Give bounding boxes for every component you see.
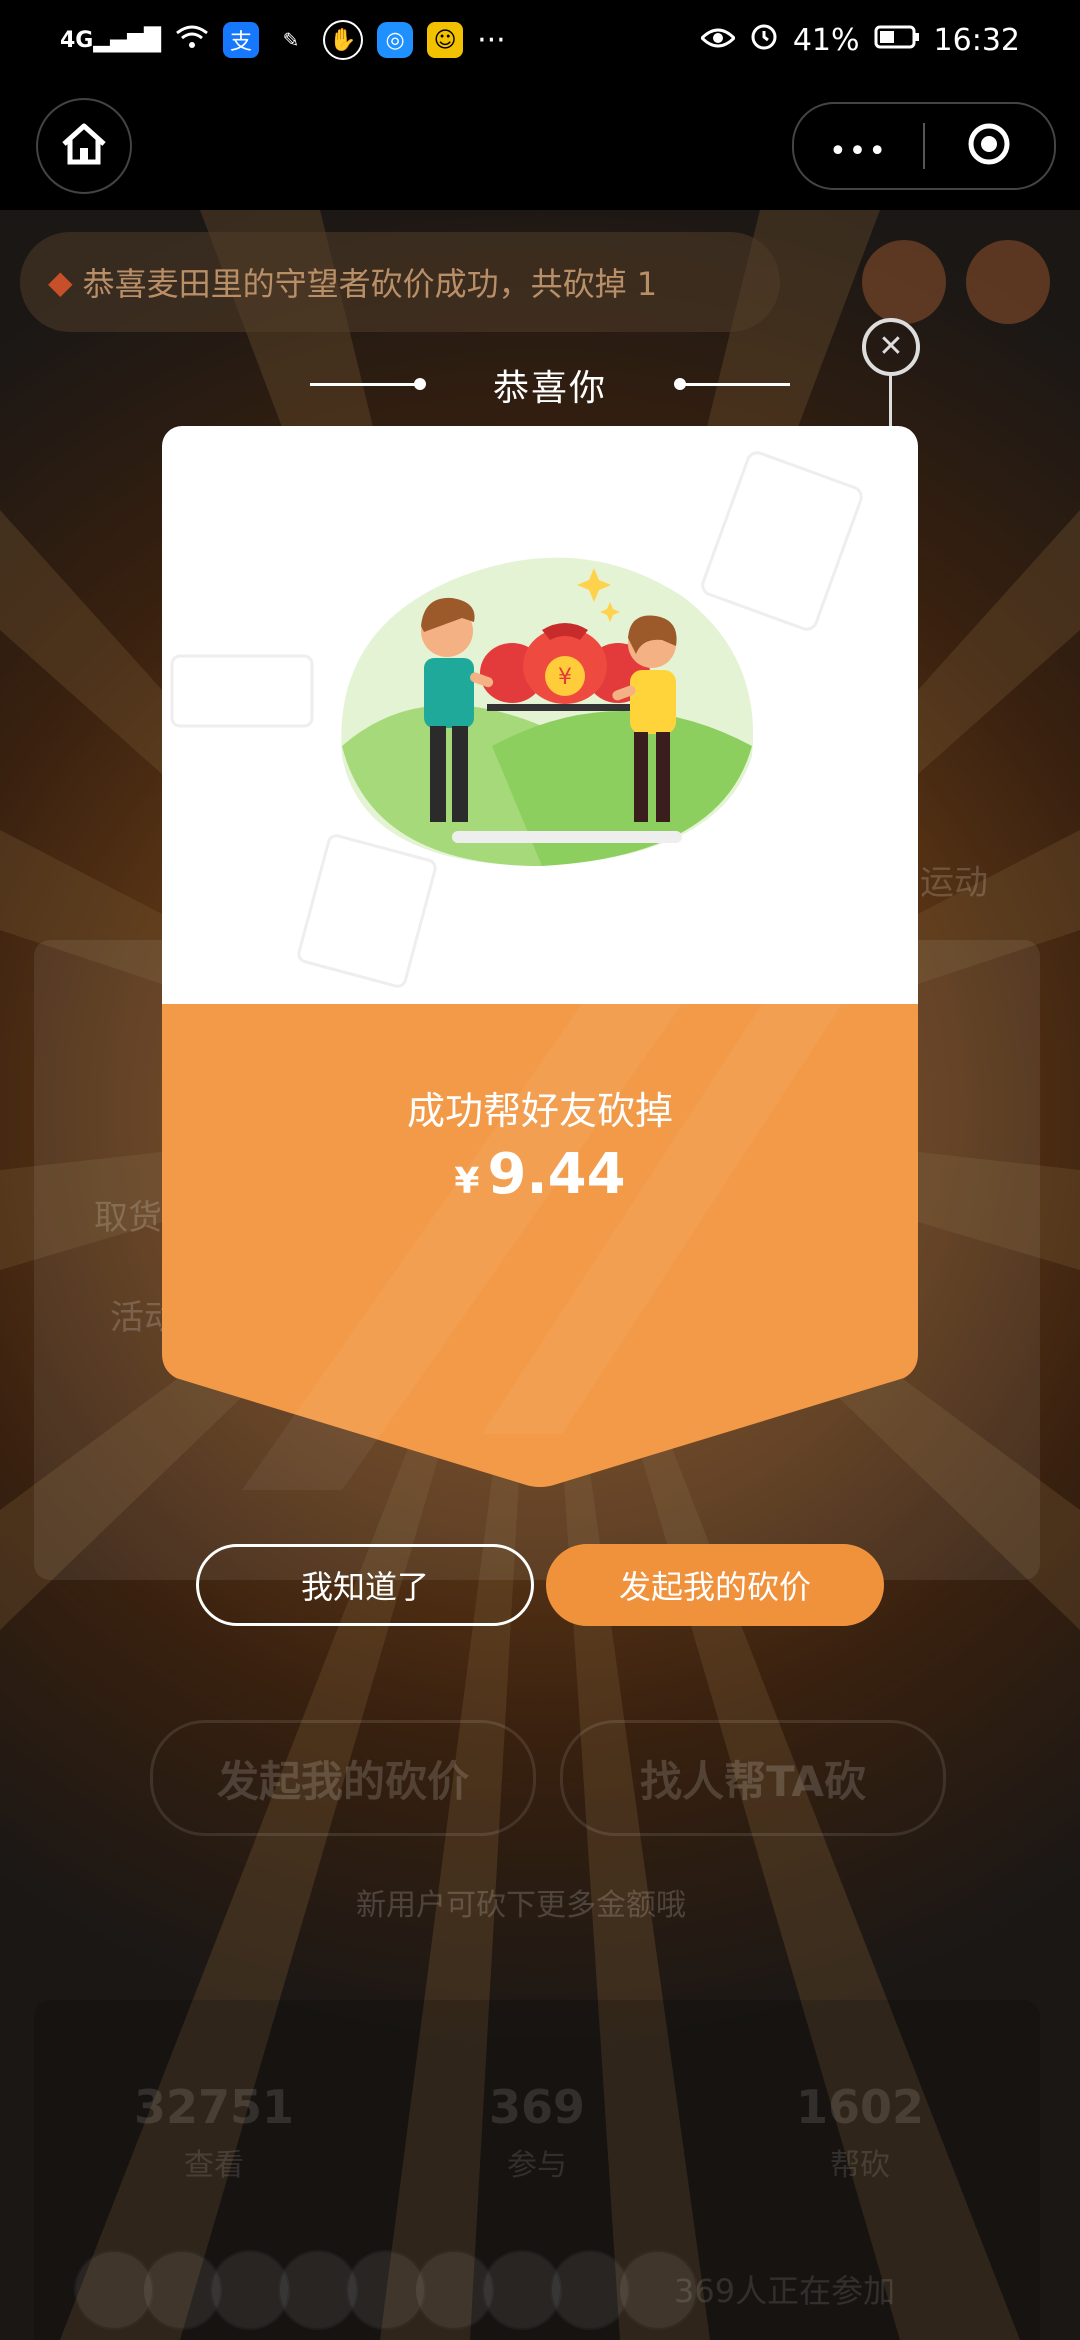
pickup-text: 取货 <box>94 1198 162 1238</box>
stat-views-label: 查看 <box>184 2148 244 2183</box>
close-button[interactable]: ✕ <box>862 318 920 376</box>
svg-text:¥: ¥ <box>558 665 572 690</box>
close-connector <box>889 376 892 432</box>
notice-bar: ◆ 恭喜麦田里的守望者砍价成功，共砍掉 1 <box>20 232 780 332</box>
home-icon <box>58 120 110 172</box>
modal-title: 恭喜你 <box>492 368 607 409</box>
more-button[interactable]: ••• <box>794 122 923 171</box>
exit-button[interactable] <box>925 122 1054 170</box>
hand-icon: ✋ <box>323 20 364 60</box>
close-icon: ✕ <box>878 329 904 364</box>
more-notifications: ··· <box>477 22 506 58</box>
reward-panel <box>162 1004 918 1490</box>
capsule-menu: ••• <box>792 102 1056 190</box>
battery-percent: 41% <box>792 22 860 58</box>
signal-icon: 4G▂▄▆█ <box>60 27 162 53</box>
gift-illustration: ¥ <box>170 451 863 988</box>
stat-helps: 1602 帮砍 <box>710 2080 1010 2184</box>
battery-icon <box>874 23 920 58</box>
sport-text: 运动 <box>920 863 988 903</box>
join-count-text: 369人正在参加 <box>674 2272 896 2310</box>
wifi-icon <box>175 23 209 58</box>
stat-helps-label: 帮砍 <box>830 2148 890 2183</box>
status-bar: 4G▂▄▆█ 支 ✎ ✋ ◎ ☺ ··· 41% 16:32 <box>0 0 1080 80</box>
mini-program-nav: ••• <box>0 80 1080 210</box>
home-button[interactable] <box>36 98 132 194</box>
emoji-icon: ☺ <box>427 22 464 58</box>
stat-views: 32751 查看 <box>64 2080 364 2184</box>
stat-participants-label: 参与 <box>507 2148 567 2183</box>
clock-time: 16:32 <box>933 22 1020 58</box>
alarm-icon <box>749 21 779 59</box>
modal-header: 恭喜你 <box>300 350 800 420</box>
title-line-left <box>310 383 420 386</box>
bg-help-button: 找人帮TA砍 <box>560 1720 946 1836</box>
notice-text: 恭喜麦田里的守望者砍价成功，共砍掉 1 <box>82 265 658 303</box>
new-user-tip: 新用户可砍下更多金额哦 <box>356 1888 686 1923</box>
target-icon <box>967 122 1011 170</box>
bg-start-button: 发起我的砍价 <box>150 1720 536 1836</box>
bargain-amount: ¥9.44 <box>162 1142 918 1207</box>
stat-views-num: 32751 <box>133 2080 295 2134</box>
currency-symbol: ¥ <box>454 1161 480 1202</box>
amount-value: 9.44 <box>487 1142 626 1207</box>
stat-helps-num: 1602 <box>795 2080 925 2134</box>
alipay-icon: 支 <box>223 22 260 58</box>
app-icon: ✎ <box>282 28 300 52</box>
notice-icon: ◆ <box>48 263 73 301</box>
stats-panel: 32751 查看 369 参与 1602 帮砍 369人正在参加 <box>34 2000 1040 2340</box>
more-dots-icon: ••• <box>828 133 889 169</box>
acknowledge-button[interactable]: 我知道了 <box>196 1544 534 1626</box>
store-icon <box>966 240 1050 324</box>
browser-icon: ◎ <box>377 22 414 58</box>
avatar-list <box>74 2250 698 2330</box>
illustration-panel: ¥ <box>162 426 918 1004</box>
start-bargain-button[interactable]: 发起我的砍价 <box>546 1544 884 1626</box>
stat-participants: 369 参与 <box>387 2080 687 2184</box>
title-dot-left <box>414 378 426 390</box>
stat-participants-num: 369 <box>488 2080 586 2134</box>
title-line-right <box>680 383 790 386</box>
customer-service-icon <box>862 240 946 324</box>
network-type: 4G <box>60 27 94 53</box>
eye-icon <box>699 23 736 58</box>
result-label: 成功帮好友砍掉 <box>406 1089 673 1133</box>
result-card: ¥ 成功帮好友砍掉 ¥9.44 <box>162 426 918 1490</box>
